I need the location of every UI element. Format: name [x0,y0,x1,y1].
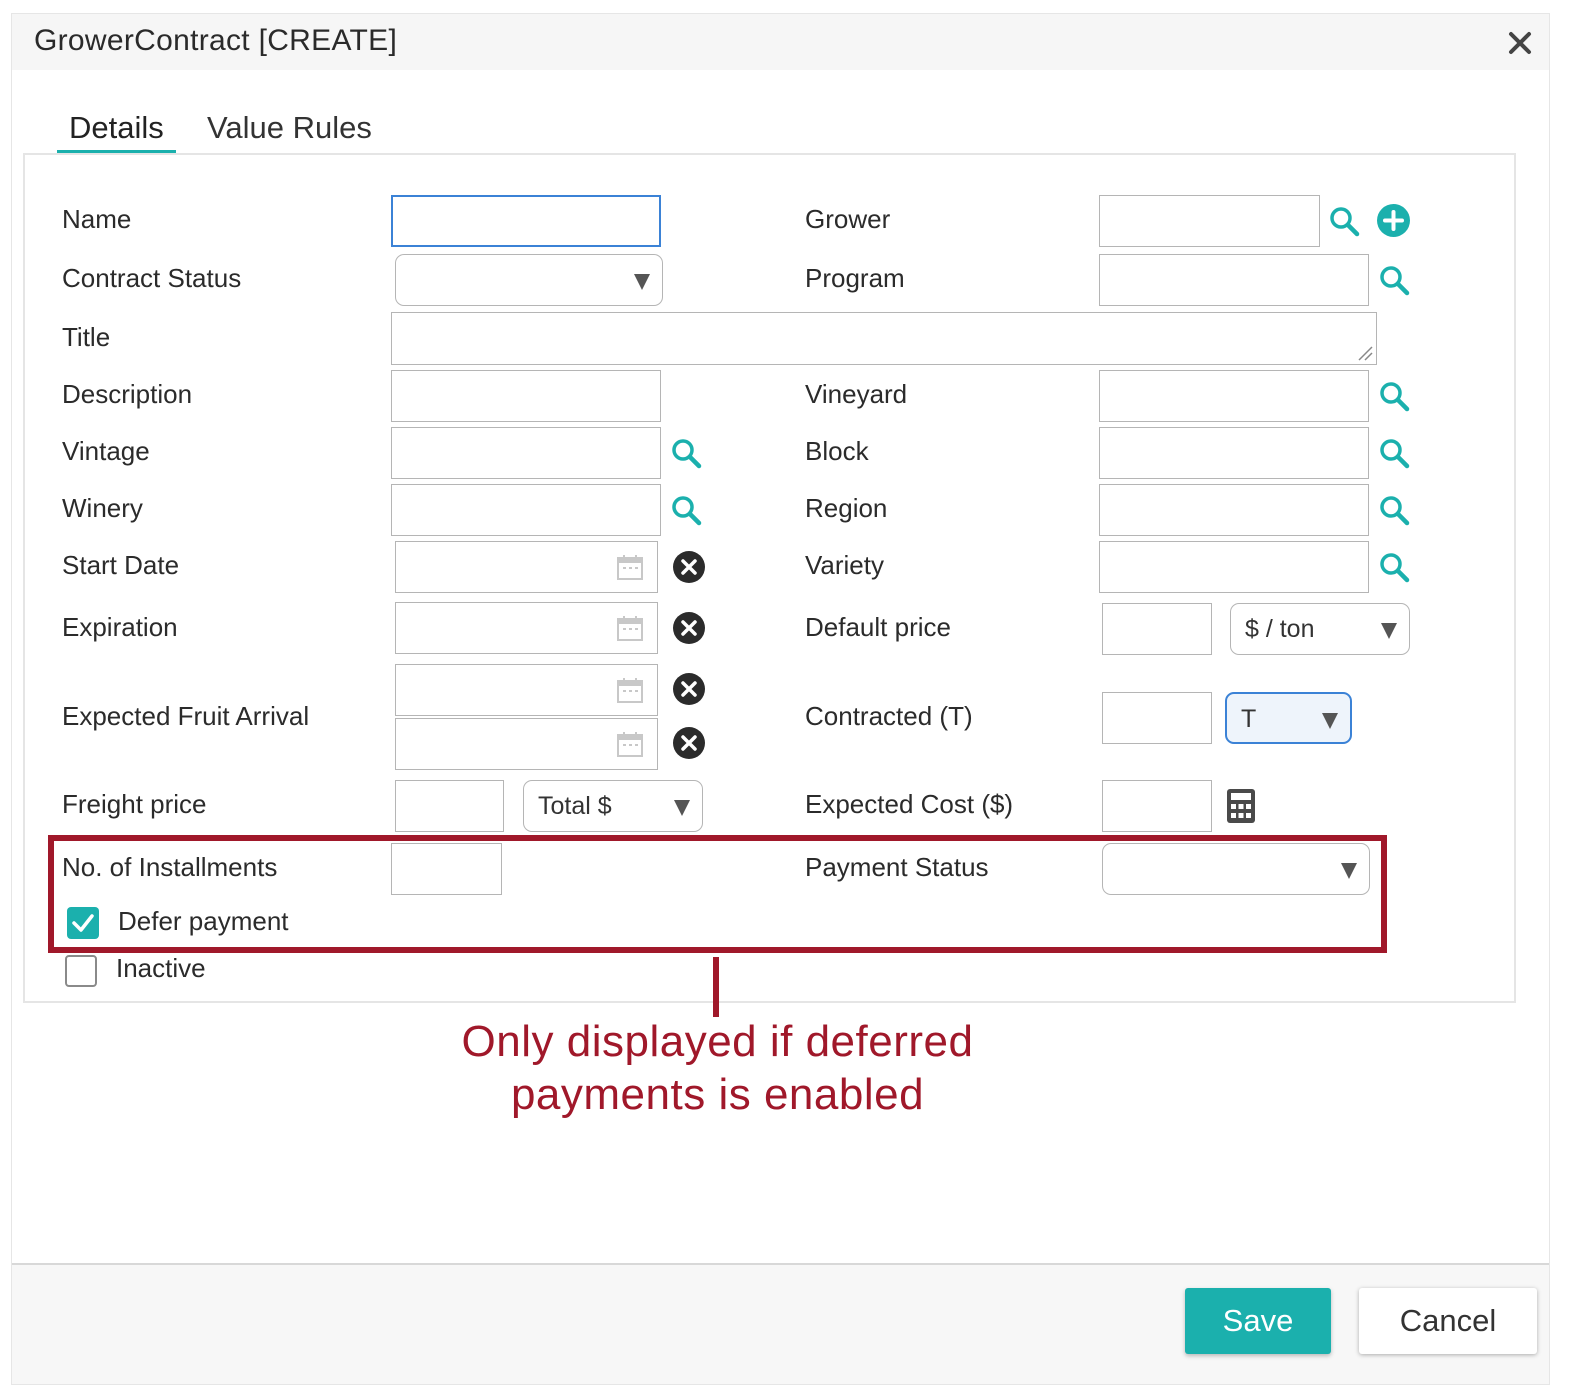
name-input[interactable] [391,195,661,247]
calculator-icon[interactable] [1226,788,1256,824]
tab-value-rules[interactable]: Value Rules [207,108,372,154]
winery-label: Winery [62,493,143,523]
contracted-label: Contracted (T) [805,701,973,731]
region-search-icon[interactable] [1378,494,1410,526]
save-button[interactable]: Save [1185,1288,1331,1354]
default-price-unit-select[interactable]: $ / ton [1230,603,1410,655]
expiration-input[interactable] [395,602,658,654]
clear-fruit-arrival-to-icon[interactable] [672,726,706,760]
variety-input[interactable] [1099,541,1369,593]
expected-fruit-arrival-label: Expected Fruit Arrival [62,701,310,731]
vineyard-input[interactable] [1099,370,1369,422]
title-label: Title [62,322,111,352]
chevron-down-icon [1322,713,1338,729]
calendar-icon[interactable] [616,553,644,581]
freight-unit-value: Total $ [538,792,612,820]
variety-search-icon[interactable] [1378,551,1410,583]
calendar-icon[interactable] [616,614,644,642]
vineyard-label: Vineyard [805,379,908,409]
chevron-down-icon [634,274,650,290]
annotation-text: Only displayed if deferred payments is e… [420,1015,1015,1121]
title-textarea[interactable] [391,312,1377,365]
block-label: Block [805,436,869,466]
inactive-label: Inactive [116,953,206,983]
program-label: Program [805,263,905,293]
close-icon[interactable] [1505,28,1535,58]
expected-cost-input[interactable] [1102,780,1212,832]
variety-label: Variety [805,550,884,580]
clear-start-date-icon[interactable] [672,550,706,584]
calendar-icon[interactable] [616,730,644,758]
clear-fruit-arrival-from-icon[interactable] [672,672,706,706]
program-input[interactable] [1099,254,1369,306]
freight-unit-select[interactable]: Total $ [523,780,703,832]
tab-details[interactable]: Details [57,108,176,154]
contracted-unit-value: T [1241,705,1257,733]
clear-expiration-icon[interactable] [672,611,706,645]
expected-cost-label: Expected Cost ($) [805,789,1014,819]
inactive-checkbox[interactable] [65,955,97,987]
contracted-unit-select[interactable]: T [1225,692,1352,744]
chevron-down-icon [674,800,690,816]
chevron-down-icon [1381,623,1397,639]
region-label: Region [805,493,888,523]
expiration-label: Expiration [62,612,178,642]
deferred-payment-highlight-box [48,835,1387,953]
dialog-titlebar: GrowerContract [CREATE] [12,14,1549,70]
calendar-icon[interactable] [616,676,644,704]
annotation-line-2: payments is enabled [510,1070,925,1119]
vineyard-search-icon[interactable] [1378,380,1410,412]
contract-status-label: Contract Status [62,263,242,293]
add-grower-icon[interactable] [1376,203,1411,238]
vintage-label: Vintage [62,436,150,466]
grower-search-icon[interactable] [1328,205,1360,237]
name-label: Name [62,204,132,234]
default-price-input[interactable] [1102,603,1212,655]
description-label: Description [62,379,193,409]
fruit-arrival-to-input[interactable] [395,718,658,770]
description-input[interactable] [391,370,661,422]
fruit-arrival-from-input[interactable] [395,664,658,716]
default-price-unit-value: $ / ton [1245,615,1315,643]
winery-search-icon[interactable] [670,494,702,526]
program-search-icon[interactable] [1378,264,1410,296]
cancel-button[interactable]: Cancel [1359,1288,1537,1354]
resize-grip-icon[interactable] [1355,343,1373,361]
region-input[interactable] [1099,484,1369,536]
contract-status-select[interactable] [395,254,663,306]
grower-input[interactable] [1099,195,1320,247]
default-price-label: Default price [805,612,951,642]
annotation-connector [713,957,719,1017]
annotation-line-1: Only displayed if deferred [461,1017,974,1066]
block-search-icon[interactable] [1378,437,1410,469]
start-date-label: Start Date [62,550,180,580]
winery-input[interactable] [391,484,661,536]
contracted-input[interactable] [1102,692,1212,744]
freight-price-label: Freight price [62,789,207,819]
start-date-input[interactable] [395,541,658,593]
freight-price-input[interactable] [395,780,504,832]
vintage-search-icon[interactable] [670,437,702,469]
block-input[interactable] [1099,427,1369,479]
vintage-input[interactable] [391,427,661,479]
grower-label: Grower [805,204,891,234]
dialog-title: GrowerContract [CREATE] [34,24,398,57]
